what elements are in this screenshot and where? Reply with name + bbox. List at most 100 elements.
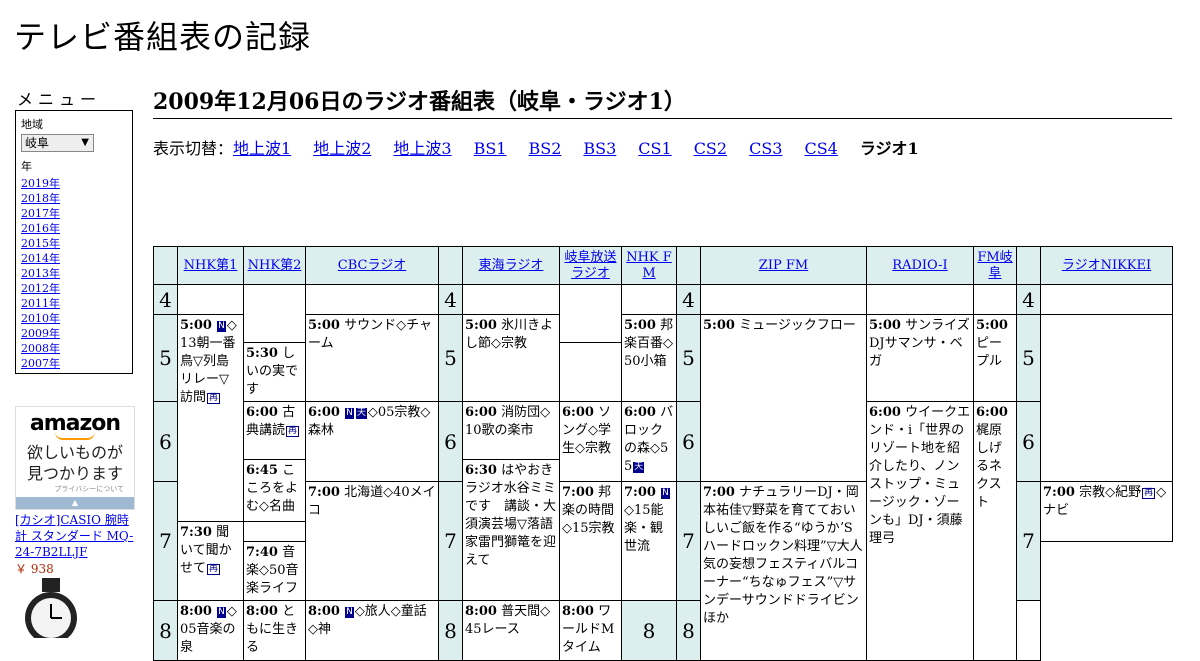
empty-cell [973, 284, 1017, 315]
station-link-tokai[interactable]: 東海ラジオ [479, 258, 544, 273]
switch-link-bs2[interactable]: BS2 [528, 139, 561, 158]
switch-link-bs3[interactable]: BS3 [583, 139, 616, 158]
news-icon: N [217, 321, 226, 332]
hour-label: 8 [438, 600, 463, 661]
program-cell[interactable]: 6:00 ソング◇学生◇宗教 [559, 401, 622, 482]
watch-product-image[interactable] [18, 578, 84, 638]
program-cell[interactable]: 5:00 サンライズDJサマンサ・ベガ [866, 314, 974, 402]
program-time: 5:00 [869, 318, 901, 333]
station-link-cbc[interactable]: CBCラジオ [338, 258, 406, 273]
station-link-nhk1[interactable]: NHK第1 [184, 258, 238, 273]
program-cell[interactable]: 8:00 ともに生きる [243, 600, 306, 661]
program-cell[interactable]: 6:00 梶原しげるネクスト [973, 401, 1017, 661]
program-cell[interactable]: 6:30 はやおきラジオ水谷ミミです 講談・大須演芸場▽落語家雷門獅篭を迎えて [462, 459, 560, 601]
year-link-2015[interactable]: 2015年 [21, 237, 60, 250]
region-select[interactable]: 岐阜 ▼ [21, 134, 94, 152]
hour-label: 6 [676, 401, 701, 482]
program-cell[interactable]: 8:00 普天間◇45レース [462, 600, 560, 661]
program-cell[interactable]: 7:00 ナチュラリーDJ・岡本祐佳▽野菜を育てておいしいご飯を作る“ゆうかʼS… [700, 481, 867, 661]
program-time: 7:30 [180, 525, 212, 540]
station-link-nhkfm[interactable]: NHK FM [626, 250, 672, 281]
header-corner [676, 246, 701, 285]
program-cell[interactable]: 7:00 邦楽の時間◇15宗教 [559, 481, 622, 601]
program-cell[interactable]: 6:00 ウイークエンド・i「世界のリゾート地を紹介したり、ノンストップ・ミュー… [866, 401, 974, 661]
menu-heading: メニュー [17, 90, 102, 109]
program-cell[interactable]: 6:00 バロックの森◇55 天 [621, 401, 677, 482]
hour-label: 6 [153, 401, 178, 482]
ad-expand-bar[interactable]: ▲ [16, 497, 134, 509]
switch-link-cs3[interactable]: CS3 [749, 139, 782, 158]
switch-link-cs4[interactable]: CS4 [804, 139, 837, 158]
year-label: 年 [21, 160, 32, 173]
watch-icon [25, 578, 77, 638]
program-cell[interactable]: 5:00 ミュージックフロー [700, 314, 867, 482]
empty-cell [1040, 284, 1173, 315]
year-link-2008[interactable]: 2008年 [21, 342, 60, 355]
switch-link-terrestrial2[interactable]: 地上波2 [313, 139, 371, 158]
station-link-nhk2[interactable]: NHK第2 [248, 258, 302, 273]
year-link-2017[interactable]: 2017年 [21, 207, 60, 220]
station-link-fmgifu[interactable]: FM岐阜 [977, 250, 1012, 281]
year-link-2011[interactable]: 2011年 [21, 297, 60, 310]
program-time: 6:00 [465, 405, 497, 420]
switch-link-terrestrial3[interactable]: 地上波3 [393, 139, 451, 158]
program-text: はやおきラジオ水谷ミミです 講談・大須演芸場▽落語家雷門獅篭を迎えて [465, 463, 557, 568]
weather-icon: 天 [355, 408, 367, 419]
hour-label: 8 [676, 600, 701, 661]
program-cell[interactable]: 7:00 宗教◇紀野再 ◇ナビ [1040, 481, 1173, 542]
hour-label: 6 [1016, 401, 1041, 482]
ad-privacy-link[interactable]: プライバシーについて [16, 484, 134, 494]
program-cell[interactable]: 7:40 音楽◇50音楽ライフ [243, 541, 306, 601]
program-cell[interactable]: 5:00 邦楽百番◇50小箱 [621, 314, 677, 402]
region-label: 地域 [21, 118, 43, 131]
year-link-2007[interactable]: 2007年 [21, 357, 60, 370]
year-link-2014[interactable]: 2014年 [21, 252, 60, 265]
program-cell[interactable]: 6:45 こころをよむ◇名曲 [243, 459, 306, 522]
program-time: 7:00 [1043, 485, 1075, 500]
region-select-value: 岐阜 [25, 136, 50, 150]
year-link-2018[interactable]: 2018年 [21, 192, 60, 205]
program-time: 5:00 [976, 318, 1008, 333]
hour-label: 5 [153, 314, 178, 402]
year-link-2012[interactable]: 2012年 [21, 282, 60, 295]
program-cell[interactable]: 6:00 古典講読再 [243, 401, 306, 460]
station-header-nikkei: ラジオNIKKEI [1040, 246, 1173, 285]
program-cell[interactable]: 8:00 N ◇旅人◇童話◇神 [305, 600, 439, 661]
program-time: 6:00 [562, 405, 594, 420]
switch-link-cs2[interactable]: CS2 [694, 139, 727, 158]
weather-icon: 天 [633, 462, 645, 473]
program-cell[interactable]: 8:00 ワールドMタイム [559, 600, 622, 661]
year-link-2019[interactable]: 2019年 [21, 177, 60, 190]
program-cell[interactable]: 7:00 北海道◇40メイコ [305, 481, 439, 601]
program-cell[interactable]: 6:00 消防団◇10歌の楽市 [462, 401, 560, 460]
program-cell[interactable]: 5:00 氷川きよし節◇宗教 [462, 314, 560, 402]
station-link-nikkei[interactable]: ラジオNIKKEI [1062, 258, 1151, 273]
switch-link-bs1[interactable]: BS1 [474, 139, 507, 158]
hour-label: 8 [621, 600, 677, 661]
station-link-zipfm[interactable]: ZIP FM [759, 258, 808, 273]
chevron-up-icon: ▲ [71, 498, 79, 507]
station-link-radioi[interactable]: RADIO-I [892, 258, 947, 273]
year-link-2016[interactable]: 2016年 [21, 222, 60, 235]
empty-cell [177, 284, 244, 315]
program-cell[interactable]: 5:30 しいの実です [243, 342, 306, 402]
program-time: 7:00 [308, 485, 340, 500]
program-cell[interactable]: 5:00 サウンド◇チャーム [305, 314, 439, 402]
program-cell[interactable]: 6:00 N 天 ◇05宗教◇森林 [305, 401, 439, 482]
program-time: 5:00 [703, 318, 735, 333]
program-cell[interactable]: 7:00 N ◇15能楽・観世流 [621, 481, 677, 601]
switch-link-terrestrial1[interactable]: 地上波1 [233, 139, 291, 158]
program-cell[interactable]: 7:30 聞いて聞かせて再 [177, 521, 244, 601]
news-icon: N [345, 607, 354, 618]
program-cell[interactable]: 8:00 N ◇05音楽の泉 [177, 600, 244, 661]
station-link-gifu[interactable]: 岐阜放送ラジオ [564, 250, 616, 281]
program-cell[interactable]: 5:00 N ◇13朝一番 鳥▽列島リレー▽訪問再 [177, 314, 244, 522]
year-link-2013[interactable]: 2013年 [21, 267, 60, 280]
ad-product-price: ￥ 938 [15, 562, 54, 576]
year-link-2009[interactable]: 2009年 [21, 327, 60, 340]
amazon-ad-banner[interactable]: amazon 欲しいものが 見つかります プライバシーについて ▲ [15, 406, 135, 510]
switch-link-cs1[interactable]: CS1 [638, 139, 671, 158]
ad-product-link[interactable]: [カシオ]CASIO 腕時計 スタンダード MQ-24-7B2LLJF [15, 512, 137, 560]
year-link-2010[interactable]: 2010年 [21, 312, 60, 325]
program-cell[interactable]: 5:00 ピープル [973, 314, 1017, 402]
